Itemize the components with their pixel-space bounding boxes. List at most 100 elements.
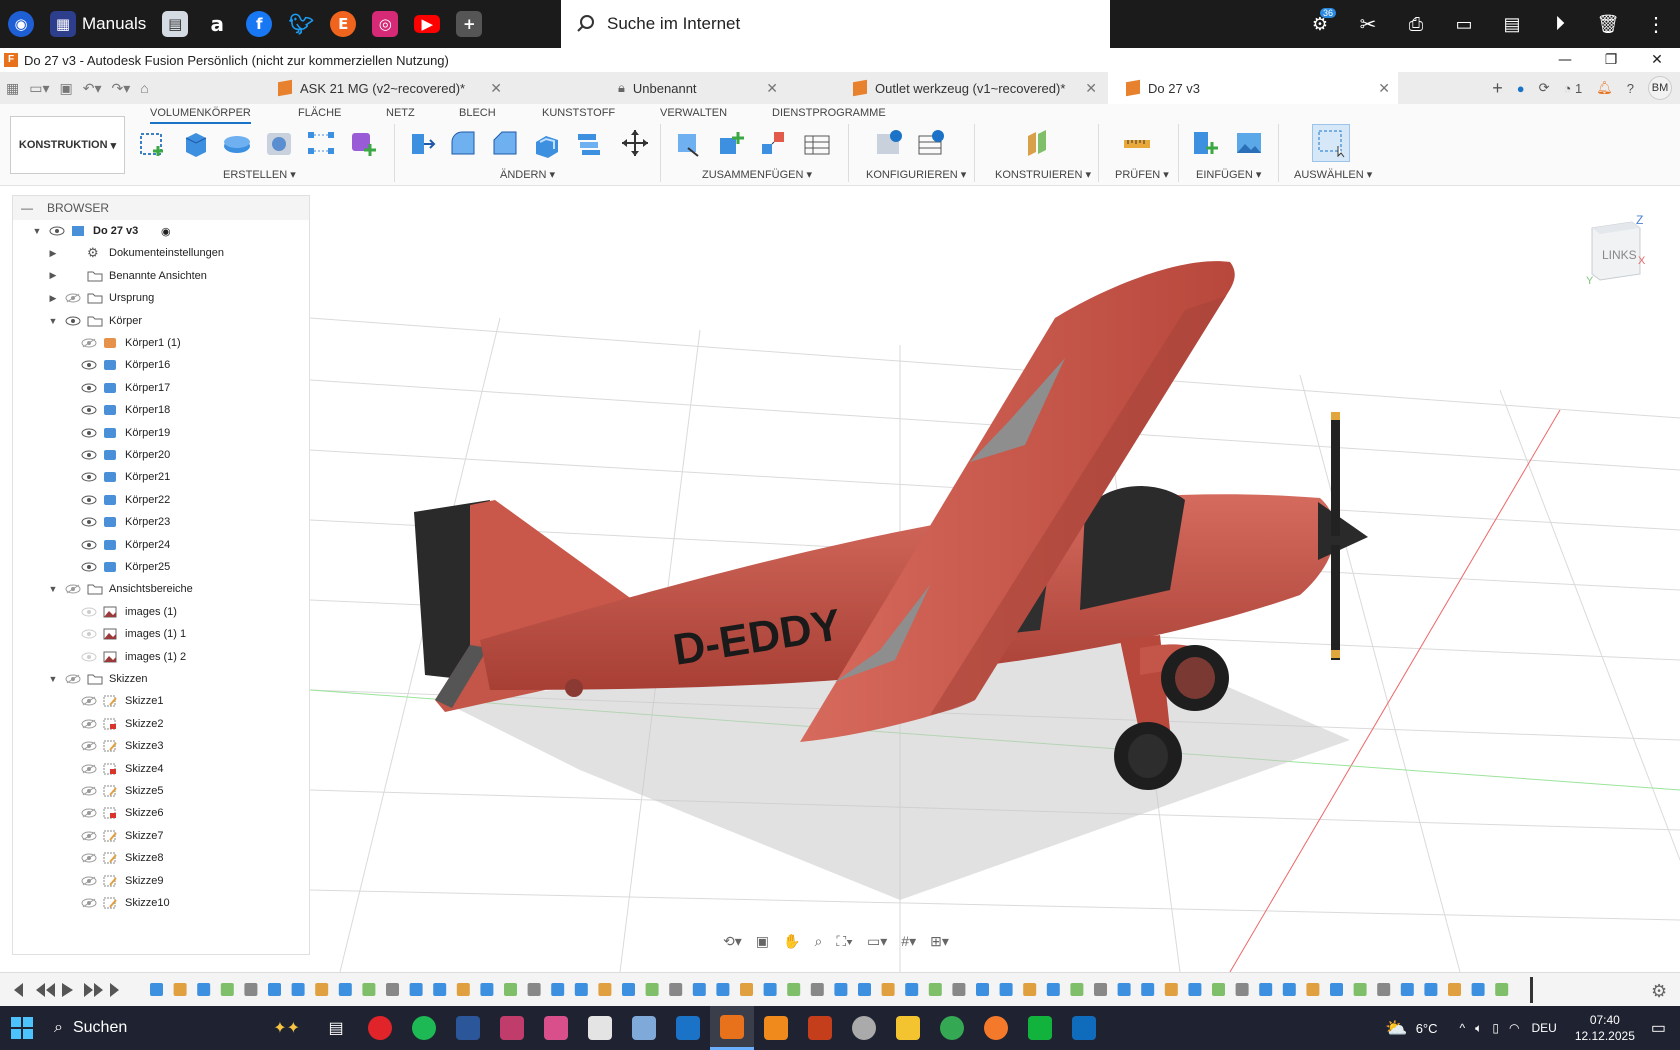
as-built-joint-icon[interactable]: [756, 126, 790, 160]
hidden-eye-icon[interactable]: [65, 584, 81, 594]
language-indicator[interactable]: DEU: [1531, 1021, 1556, 1035]
tab-outlet-werkzeug[interactable]: Outlet werkzeug (v1~recovered)* ✕: [835, 72, 1105, 104]
timeline-feature-icon[interactable]: [1353, 983, 1367, 996]
create-sketch-icon[interactable]: [136, 126, 170, 160]
timeline-feature-icon[interactable]: [1377, 983, 1391, 996]
revolve-icon[interactable]: [220, 126, 254, 160]
tab-dienstprogramme[interactable]: DIENSTPROGRAMME: [772, 107, 886, 119]
timeline-feature-icon[interactable]: [1306, 983, 1320, 996]
timeline-feature-icon[interactable]: [716, 983, 730, 996]
timeline-feature-icon[interactable]: [244, 983, 258, 996]
print-icon[interactable]: ⎙: [1392, 0, 1440, 48]
timeline-feature-icon[interactable]: [740, 983, 753, 996]
browser-item[interactable]: Skizze10: [13, 892, 311, 914]
joint-icon[interactable]: [672, 126, 706, 160]
tab-ask21[interactable]: ASK 21 MG (v2~recovered)* ✕: [260, 72, 510, 104]
3d-viewport[interactable]: D-EDDY: [310, 186, 1680, 972]
timeline-feature-icon[interactable]: [1448, 983, 1461, 996]
browser-item[interactable]: Körper25: [13, 556, 311, 578]
timeline-feature-icon[interactable]: [669, 983, 683, 996]
timeline-feature-icon[interactable]: [1094, 983, 1107, 996]
hidden-eye-icon[interactable]: [81, 338, 97, 348]
hidden-eye-icon[interactable]: [65, 674, 81, 684]
home-icon[interactable]: ⌂: [140, 80, 148, 96]
browser-item[interactable]: Skizze2: [13, 713, 311, 735]
group-auswaehlen[interactable]: AUSWÄHLEN ▾: [1294, 168, 1372, 181]
chevron-right-icon[interactable]: ▶: [47, 293, 59, 304]
timeline-feature-icon[interactable]: [881, 983, 895, 996]
browser-item[interactable]: Körper22: [13, 489, 311, 511]
hidden-eye-icon[interactable]: [81, 629, 97, 639]
timeline-feature-icon[interactable]: [362, 983, 376, 996]
timeline-feature-icon[interactable]: [834, 983, 848, 996]
timeline-feature-icon[interactable]: [598, 983, 612, 996]
browser-item[interactable]: Körper20: [13, 444, 311, 466]
battery-icon[interactable]: ▯: [1492, 1021, 1499, 1035]
browser-item[interactable]: Skizze4: [13, 758, 311, 780]
look-at-icon[interactable]: ▣: [756, 933, 769, 950]
group-einfuegen[interactable]: EINFÜGEN ▾: [1196, 168, 1261, 181]
blender-icon[interactable]: [974, 1006, 1018, 1050]
app-green-icon[interactable]: [1018, 1006, 1062, 1050]
timeline-feature-icon[interactable]: [433, 983, 447, 996]
browser-item[interactable]: images (1): [13, 601, 311, 623]
new-joint-icon[interactable]: [714, 126, 748, 160]
browser-item[interactable]: Skizze8: [13, 847, 311, 869]
viewports-icon[interactable]: ⊞▾: [930, 933, 949, 950]
grid-settings-icon[interactable]: #▾: [901, 933, 916, 950]
hidden-eye-icon[interactable]: [81, 741, 97, 751]
timeline-feature-icon[interactable]: [999, 983, 1013, 996]
browser-item[interactable]: ▼ Skizzen: [13, 668, 311, 690]
browser-item[interactable]: Skizze3: [13, 735, 311, 757]
start-app-icon[interactable]: ◉: [0, 0, 42, 48]
shell-icon[interactable]: [530, 126, 564, 160]
timeline-feature-icon[interactable]: [928, 983, 942, 996]
facebook-icon[interactable]: f: [238, 0, 280, 48]
app-orange-box-icon[interactable]: [754, 1006, 798, 1050]
redo-icon[interactable]: ↷▾: [112, 80, 131, 97]
hidden-eye-icon[interactable]: [81, 607, 97, 617]
browser-item[interactable]: Skizze5: [13, 780, 311, 802]
press-pull-icon[interactable]: [404, 126, 438, 160]
browser-item[interactable]: Skizze9: [13, 870, 311, 892]
file-menu-icon[interactable]: ▭▾: [29, 80, 49, 97]
hidden-eye-icon[interactable]: [81, 831, 97, 841]
file-explorer-icon[interactable]: [886, 1006, 930, 1050]
timeline-feature-icon[interactable]: [1282, 983, 1296, 996]
avatar[interactable]: BM: [1648, 76, 1672, 100]
volume-icon[interactable]: 🔈︎: [1475, 1021, 1482, 1036]
timeline-feature-icon[interactable]: [315, 983, 329, 996]
visibility-eye-icon[interactable]: [81, 472, 97, 482]
timeline-feature-icon[interactable]: [976, 983, 989, 996]
timeline-feature-icon[interactable]: [858, 983, 871, 996]
add-shortcut-icon[interactable]: +: [448, 0, 490, 48]
joint-table-icon[interactable]: [800, 126, 834, 160]
browser-item[interactable]: Skizze7: [13, 825, 311, 847]
browser-item[interactable]: Skizze1: [13, 690, 311, 712]
wifi-icon[interactable]: ◠: [1509, 1021, 1519, 1035]
browser-item[interactable]: Körper21: [13, 466, 311, 488]
close-tab-icon[interactable]: ✕: [1378, 80, 1390, 97]
visibility-eye-icon[interactable]: [65, 316, 81, 326]
timeline-feature-icon[interactable]: [787, 983, 801, 996]
timeline-feature-icon[interactable]: [763, 983, 777, 996]
fit-icon[interactable]: ⛶▾: [836, 933, 853, 950]
visibility-eye-icon[interactable]: [81, 428, 97, 438]
timeline-feature-icon[interactable]: [1424, 983, 1438, 996]
timeline-feature-icon[interactable]: [810, 983, 824, 996]
new-tab-icon[interactable]: +: [1492, 78, 1503, 99]
notification-bell-icon[interactable]: 🔔︎: [1596, 80, 1613, 96]
browser-item[interactable]: Körper23: [13, 511, 311, 533]
app-box-icon[interactable]: [666, 1006, 710, 1050]
timeline-feature-icon[interactable]: [197, 983, 211, 996]
browser-item[interactable]: images (1) 2: [13, 646, 311, 668]
play-icon[interactable]: ⏵: [1536, 0, 1584, 48]
timeline-feature-icon[interactable]: [173, 983, 187, 996]
select-icon[interactable]: [1312, 124, 1350, 162]
timeline-feature-icon[interactable]: [1259, 983, 1273, 996]
timeline-feature-icon[interactable]: [1400, 983, 1414, 996]
timeline-feature-icon[interactable]: [527, 983, 541, 996]
manuals-app[interactable]: ▦ Manuals: [42, 0, 154, 48]
timeline-feature-icon[interactable]: [622, 983, 635, 996]
timeline-feature-icon[interactable]: [268, 983, 281, 996]
